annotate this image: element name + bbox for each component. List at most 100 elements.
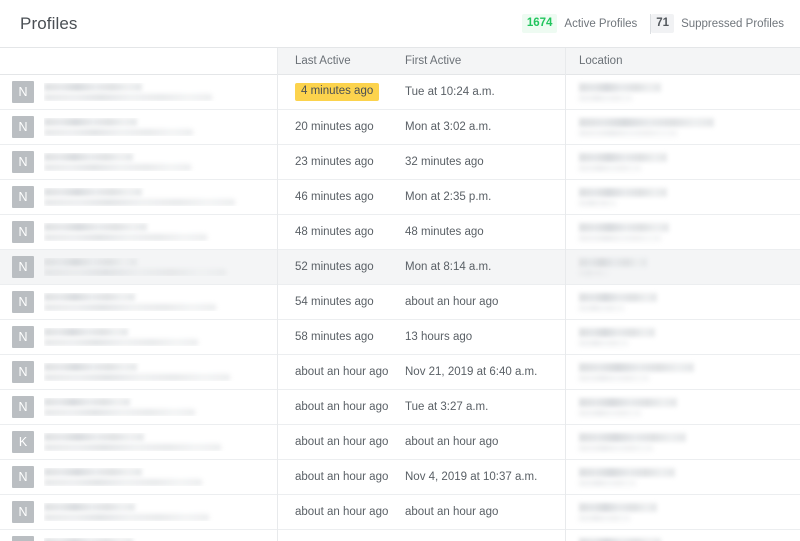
avatar: N (12, 256, 34, 278)
profile-text (44, 83, 277, 101)
profile-detail-redacted (44, 374, 231, 381)
first-active-cell: Mon at 2:35 p.m. (405, 180, 565, 214)
avatar: N (12, 151, 34, 173)
avatar: N (12, 501, 34, 523)
first-active-cell: Mon at 3:02 a.m. (405, 110, 565, 144)
last-active-value: 20 minutes ago (295, 121, 374, 133)
suppressed-profiles-label: Suppressed Profiles (681, 17, 784, 30)
location-detail-redacted (579, 235, 661, 241)
location-cell (565, 355, 800, 389)
page-header: Profiles 1674 Active Profiles 71 Suppres… (0, 0, 800, 48)
avatar: N (12, 396, 34, 418)
location-cell (565, 390, 800, 424)
first-active-cell: about an hour ago (405, 425, 565, 459)
location-redacted (579, 503, 657, 512)
suppressed-profiles-counter: 71 Suppressed Profiles (651, 14, 784, 33)
first-active-cell: Mon at 8:14 a.m. (405, 250, 565, 284)
last-active-cell (277, 530, 405, 541)
profile-detail-redacted (44, 409, 196, 416)
column-header-first-active[interactable]: First Active (405, 55, 565, 67)
avatar: N (12, 291, 34, 313)
table-row[interactable]: N 23 minutes ago 32 minutes ago (0, 145, 800, 180)
active-profiles-counter: 1674 Active Profiles (521, 14, 637, 33)
first-active-cell: Nov 21, 2019 at 6:40 a.m. (405, 355, 565, 389)
location-cell (565, 495, 800, 529)
profile-cell[interactable]: N (0, 250, 277, 284)
first-active-cell: about an hour ago (405, 285, 565, 319)
profile-cell[interactable]: N (0, 390, 277, 424)
location-cell (565, 460, 800, 494)
profile-cell[interactable]: K (0, 425, 277, 459)
table-row[interactable]: N 48 minutes ago 48 minutes ago (0, 215, 800, 250)
table-row[interactable]: N 58 minutes ago 13 hours ago (0, 320, 800, 355)
table-row[interactable]: N (0, 530, 800, 541)
profile-cell[interactable]: N (0, 110, 277, 144)
suppressed-profiles-count: 71 (651, 14, 675, 33)
profile-cell[interactable]: N (0, 355, 277, 389)
first-active-cell: Tue at 10:24 a.m. (405, 75, 565, 109)
table-row[interactable]: Nabout an hour ago Nov 21, 2019 at 6:40 a… (0, 355, 800, 390)
first-active-value: about an hour ago (405, 506, 499, 518)
profile-detail-redacted (44, 304, 217, 311)
table-row[interactable]: Kabout an hour ago about an hour ago (0, 425, 800, 460)
first-active-cell: about an hour ago (405, 495, 565, 529)
last-active-cell: 54 minutes ago (277, 285, 405, 319)
avatar: N (12, 221, 34, 243)
profile-name-redacted (44, 398, 131, 406)
profile-cell[interactable]: N (0, 215, 277, 249)
location-cell (565, 180, 800, 214)
profile-text (44, 188, 277, 206)
column-header-last-active[interactable]: Last Active (277, 55, 405, 67)
profile-cell[interactable]: N (0, 285, 277, 319)
table-row[interactable]: N 20 minutes ago Mon at 3:02 a.m. (0, 110, 800, 145)
table-row[interactable]: Nabout an hour ago Tue at 3:27 a.m. (0, 390, 800, 425)
profile-name-redacted (44, 83, 142, 91)
location-detail-redacted (579, 410, 641, 416)
location-redacted (579, 118, 715, 127)
last-active-cell: 46 minutes ago (277, 180, 405, 214)
location-cell (565, 250, 800, 284)
avatar: N (12, 536, 34, 541)
profile-cell[interactable]: N (0, 495, 277, 529)
location-detail-redacted (579, 480, 637, 486)
table-row[interactable]: N 46 minutes ago Mon at 2:35 p.m. (0, 180, 800, 215)
profile-cell[interactable]: N (0, 320, 277, 354)
profile-detail-redacted (44, 94, 212, 101)
last-active-value: about an hour ago (295, 506, 389, 518)
first-active-value: Nov 21, 2019 at 6:40 a.m. (405, 366, 538, 378)
last-active-cell: 58 minutes ago (277, 320, 405, 354)
avatar: N (12, 116, 34, 138)
location-detail-redacted (579, 375, 649, 381)
table-row[interactable]: Nabout an hour ago about an hour ago (0, 495, 800, 530)
profile-cell[interactable]: N (0, 530, 277, 541)
first-active-value: Tue at 3:27 a.m. (405, 401, 489, 413)
column-header-location[interactable]: Location (565, 55, 800, 67)
location-redacted (579, 258, 647, 267)
active-profiles-count: 1674 (521, 14, 558, 33)
profile-cell[interactable]: N (0, 180, 277, 214)
profile-text (44, 118, 277, 136)
profile-text (44, 468, 277, 486)
last-active-cell: about an hour ago (277, 390, 405, 424)
profile-text (44, 258, 277, 276)
last-active-value: about an hour ago (295, 366, 389, 378)
table-row[interactable]: N 52 minutes ago Mon at 8:14 a.m. (0, 250, 800, 285)
profile-detail-redacted (44, 234, 208, 241)
location-cell (565, 530, 800, 541)
profile-name-redacted (44, 433, 145, 441)
table-row[interactable]: N 4 minutes ago Tue at 10:24 a.m. (0, 75, 800, 110)
profile-cell[interactable]: N (0, 145, 277, 179)
first-active-cell: Nov 4, 2019 at 10:37 a.m. (405, 460, 565, 494)
table-row[interactable]: Nabout an hour ago Nov 4, 2019 at 10:37 a… (0, 460, 800, 495)
last-active-cell: 52 minutes ago (277, 250, 405, 284)
avatar: N (12, 326, 34, 348)
profile-cell[interactable]: N (0, 75, 277, 109)
last-active-value: 58 minutes ago (295, 331, 374, 343)
avatar: K (12, 431, 34, 453)
profile-detail-redacted (44, 129, 194, 136)
first-active-value: Mon at 3:02 a.m. (405, 121, 492, 133)
table-row[interactable]: N 54 minutes ago about an hour ago (0, 285, 800, 320)
first-active-value: 48 minutes ago (405, 226, 484, 238)
profiles-table: Last Active First Active Location N 4 min… (0, 48, 800, 541)
profile-cell[interactable]: N (0, 460, 277, 494)
